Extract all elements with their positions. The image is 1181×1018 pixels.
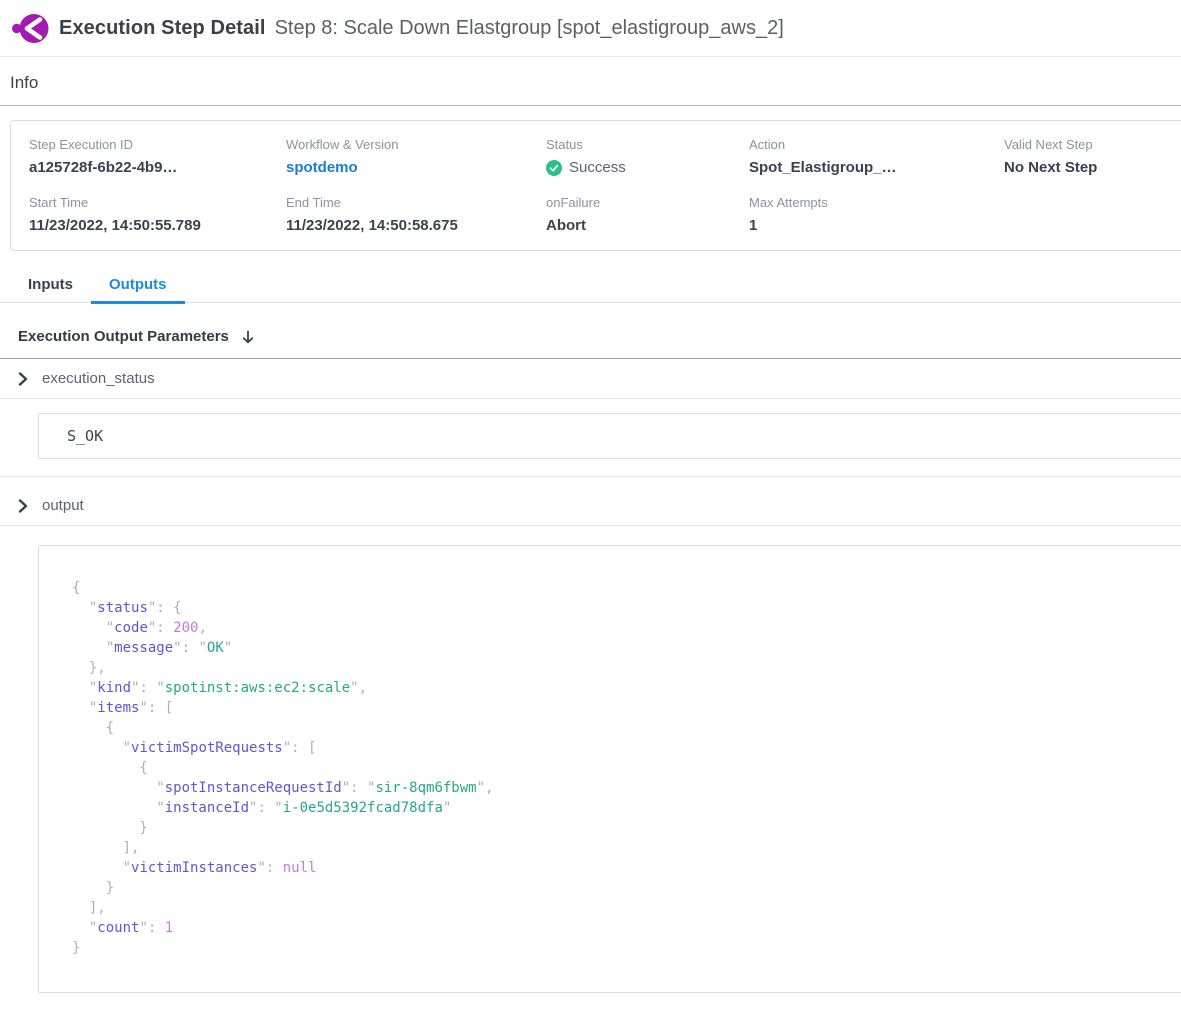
tabs-bar: Inputs Outputs: [0, 271, 1181, 303]
field-label: Max Attempts: [749, 195, 1004, 210]
page-title: Execution Step Detail: [59, 17, 266, 40]
param-row-output[interactable]: output: [0, 486, 1181, 526]
section-heading-label: Execution Output Parameters: [18, 328, 229, 345]
field-value: 11/23/2022, 14:50:55.789: [29, 217, 286, 234]
page-header: Execution Step Detail Step 8: Scale Down…: [0, 0, 1181, 57]
field-value: No Next Step: [1004, 159, 1181, 176]
param-row-execution-status[interactable]: execution_status: [0, 359, 1181, 399]
output-json-box: { "status": { "code": 200, "message": "O…: [38, 545, 1181, 993]
status-text: Success: [569, 159, 626, 176]
field-label: Valid Next Step: [1004, 137, 1181, 152]
field-label: Step Execution ID: [29, 137, 286, 152]
field-onfailure: onFailure Abort: [546, 195, 749, 234]
tab-inputs[interactable]: Inputs: [10, 271, 91, 302]
spot-logo-icon: [12, 13, 49, 44]
field-value: a125728f-6b22-4b9…: [29, 159, 286, 176]
chevron-right-icon: [17, 499, 29, 513]
divider: [0, 476, 1181, 477]
chevron-right-icon: [17, 372, 29, 386]
field-label: End Time: [286, 195, 546, 210]
field-value: 11/23/2022, 14:50:58.675: [286, 217, 546, 234]
execution-step-detail-page: Execution Step Detail Step 8: Scale Down…: [0, 0, 1181, 1018]
field-value: Abort: [546, 217, 749, 234]
execution-status-value-box: S_OK: [38, 413, 1181, 459]
field-max-attempts: Max Attempts 1: [749, 195, 1004, 234]
execution-status-value: S_OK: [67, 427, 103, 445]
field-start-time: Start Time 11/23/2022, 14:50:55.789: [29, 195, 286, 234]
param-name: execution_status: [42, 370, 155, 387]
success-check-icon: [546, 160, 562, 176]
field-label: onFailure: [546, 195, 749, 210]
tab-outputs[interactable]: Outputs: [91, 271, 185, 302]
field-value: 1: [749, 217, 1004, 234]
field-label: Action: [749, 137, 1004, 152]
field-label: Start Time: [29, 195, 286, 210]
status-badge: Success: [546, 159, 749, 176]
info-card: Step Execution ID a125728f-6b22-4b9… Wor…: [10, 120, 1181, 251]
arrow-down-icon[interactable]: [240, 329, 256, 345]
field-label: Status: [546, 137, 749, 152]
field-action: Action Spot_Elastigroup_…: [749, 137, 1004, 177]
output-json-code: { "status": { "code": 200, "message": "O…: [72, 578, 1166, 958]
workflow-link[interactable]: spotdemo: [286, 159, 358, 176]
page-subtitle: Step 8: Scale Down Elastgroup [spot_elas…: [275, 17, 784, 40]
execution-output-parameters-heading: Execution Output Parameters: [0, 328, 1181, 345]
field-status: Status Success: [546, 137, 749, 177]
field-valid-next-step: Valid Next Step No Next Step: [1004, 137, 1181, 177]
param-name: output: [42, 497, 84, 514]
field-end-time: End Time 11/23/2022, 14:50:58.675: [286, 195, 546, 234]
field-step-execution-id: Step Execution ID a125728f-6b22-4b9…: [29, 137, 286, 177]
info-section-heading: Info: [0, 57, 1181, 106]
field-label: Workflow & Version: [286, 137, 546, 152]
field-workflow-version: Workflow & Version spotdemo: [286, 137, 546, 177]
field-value: Spot_Elastigroup_…: [749, 159, 1004, 176]
